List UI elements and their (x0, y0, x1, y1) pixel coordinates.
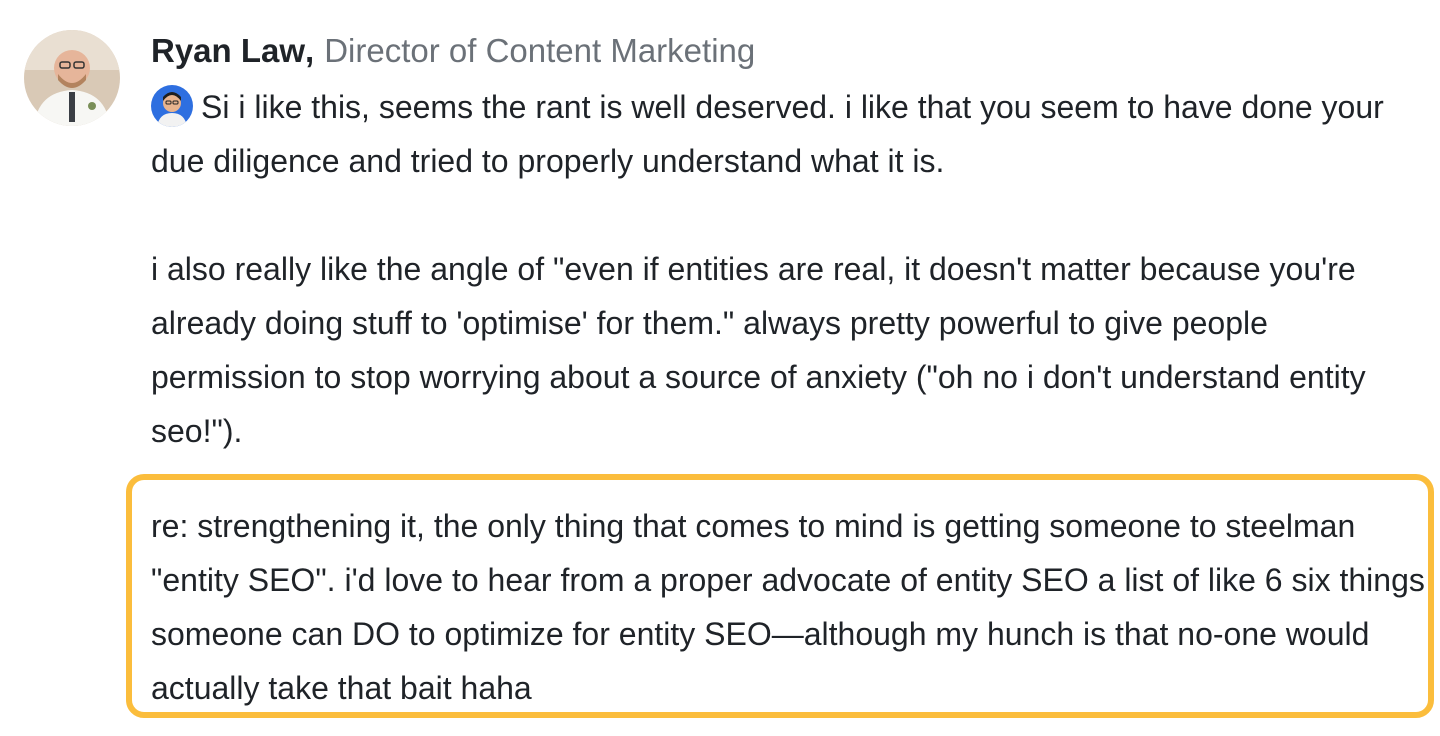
comment-header: Ryan Law, Director of Content Marketing (151, 28, 1431, 74)
comment-paragraph-1: Si i like this, seems the rant is well d… (151, 80, 1431, 188)
comment-paragraph-2: i also really like the angle of "even if… (151, 251, 1366, 449)
author-name[interactable]: Ryan Law (151, 28, 305, 74)
author-avatar[interactable] (24, 30, 120, 126)
author-separator: , (305, 32, 315, 69)
comment: Ryan Law, Director of Content Marketing … (151, 28, 1431, 458)
comment-paragraph-3-highlighted: re: strengthening it, the only thing tha… (151, 508, 1425, 706)
paragraph-1-text: Si i like this, seems the rant is well d… (151, 89, 1384, 179)
author-role: Director of Content Marketing (324, 32, 756, 69)
mention-avatar-icon[interactable] (151, 85, 193, 127)
